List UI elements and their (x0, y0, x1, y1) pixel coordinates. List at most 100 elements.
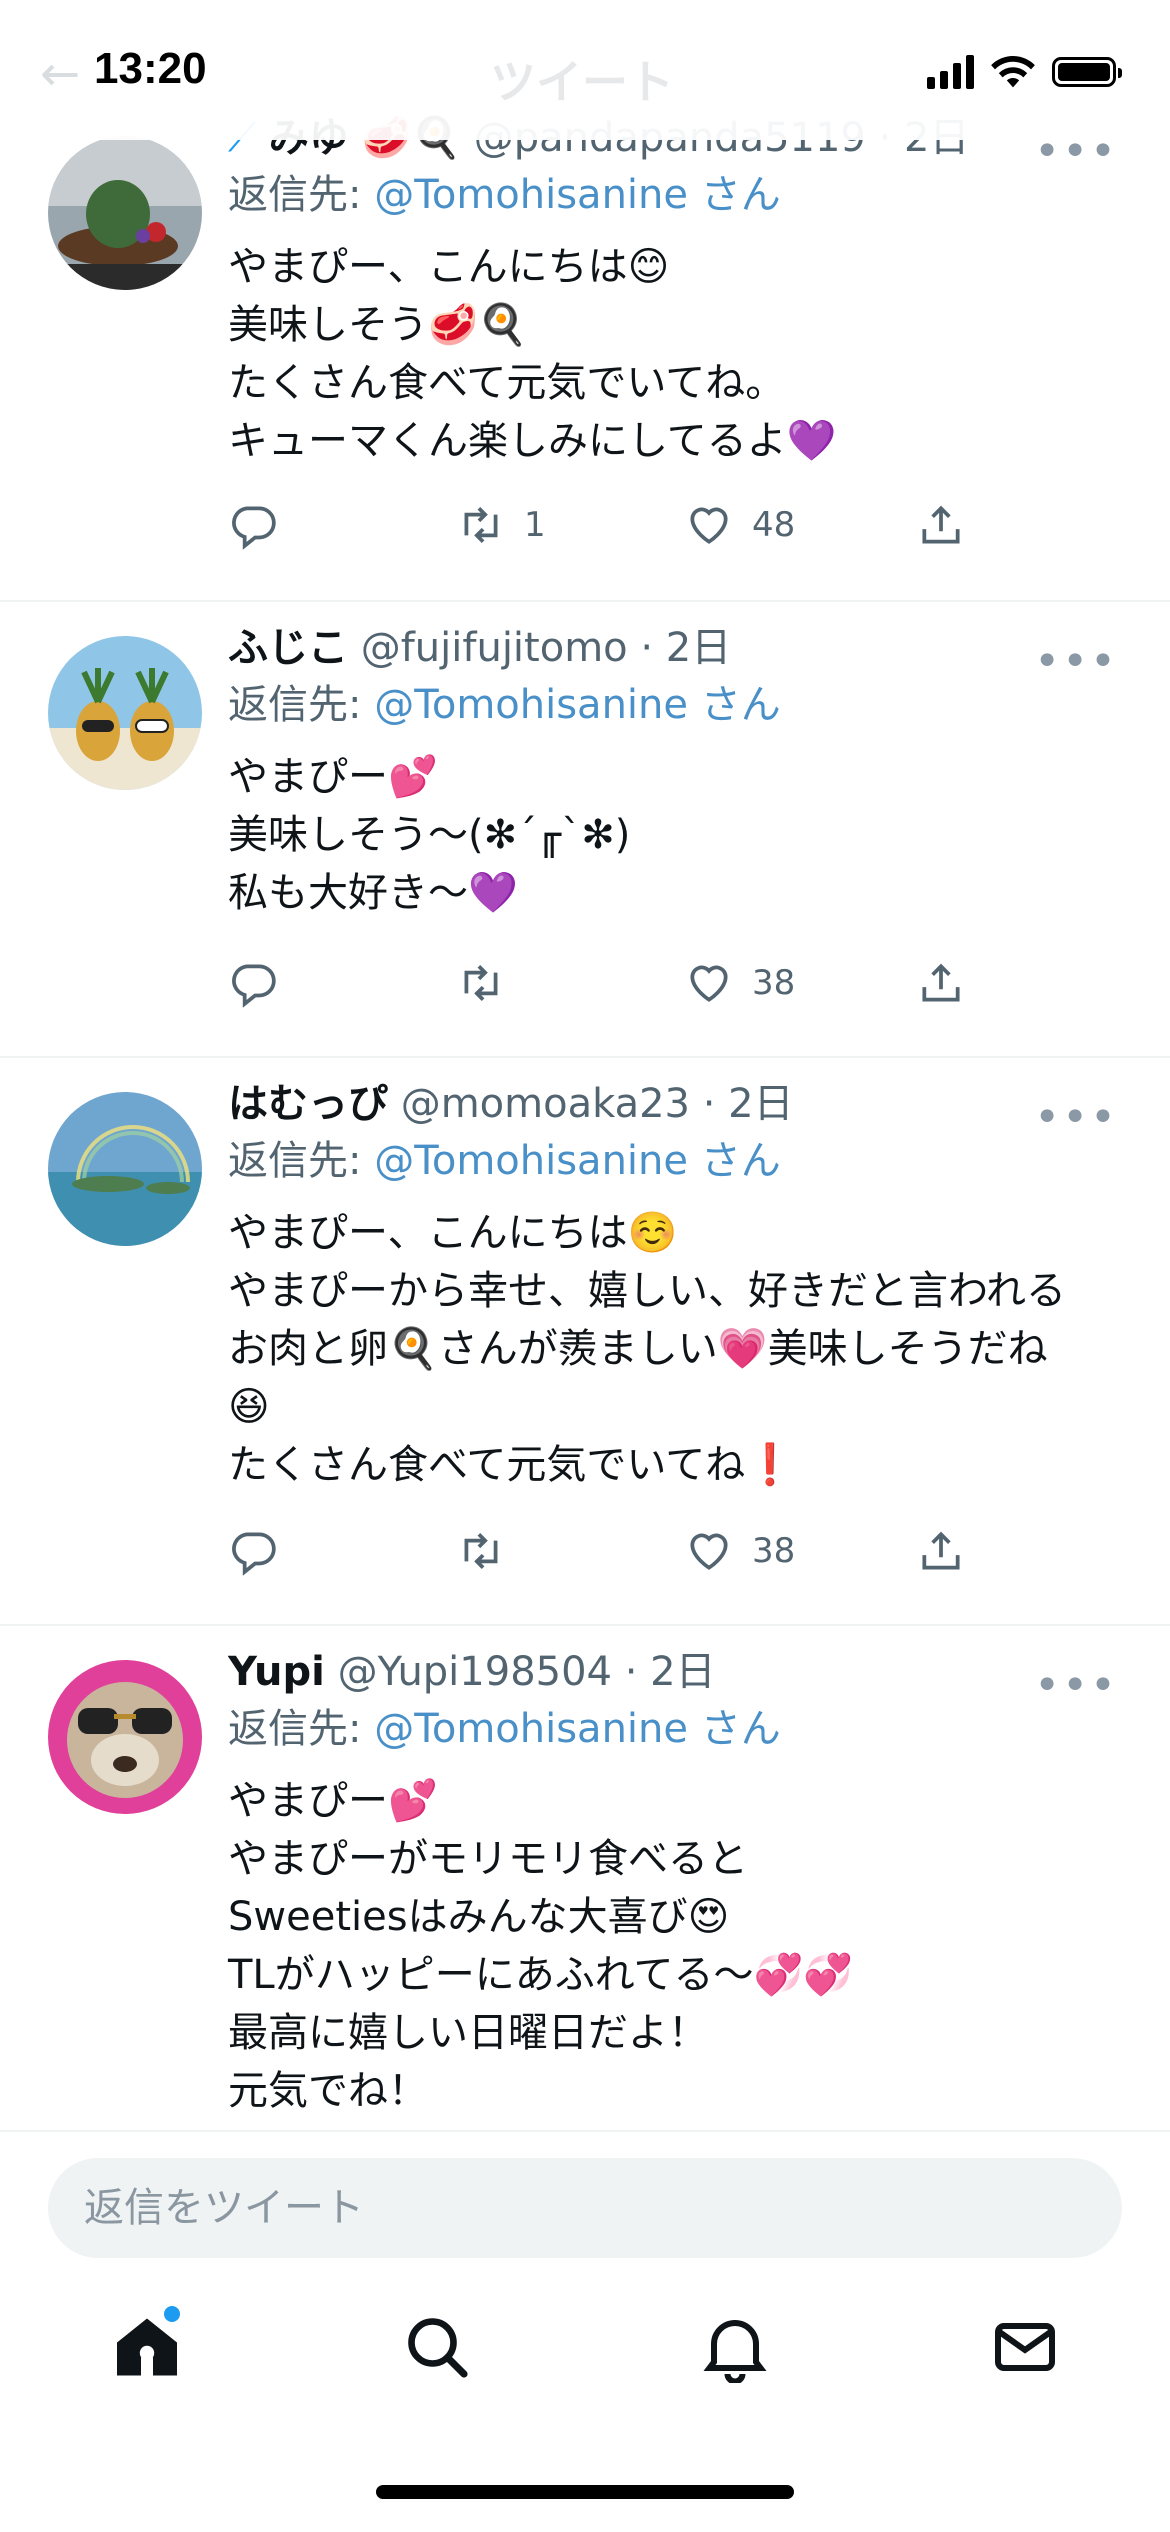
tweet-text-line: やまぴー💕 (228, 754, 438, 800)
reply-to-suffix: さん (700, 1706, 781, 1752)
tweet-text-line: たくさん食べて元気でいてね。 (228, 360, 786, 406)
avatar[interactable] (48, 636, 202, 790)
share-icon (922, 1531, 960, 1570)
like-count: 48 (752, 505, 796, 545)
reply-icon (232, 1532, 276, 1576)
tweet-text-line: 私も大好き〜💜 (228, 870, 518, 916)
tweet-text-line: やまぴー💕 (228, 1778, 438, 1824)
like-button[interactable]: 38 (684, 958, 795, 1008)
tweet-item[interactable]: ふじこ @fujifujitomo · 2日 返信先: @Tomohisanin… (0, 600, 1170, 1058)
reply-to-label: 返信先: (228, 1138, 362, 1184)
tweet-text-line: TLがハッピーにあふれてる〜💞💞 (228, 1952, 854, 1998)
tweet-text-line: やまぴー、こんにちは☺️ (228, 1210, 678, 1256)
tweet-text-line: 元気でね！ (228, 2068, 428, 2114)
tweet-text-line: やまぴーがモリモリ食べると (228, 1836, 748, 1882)
like-count: 38 (752, 1531, 796, 1571)
avatar[interactable] (48, 1660, 202, 1814)
reply-icon (232, 964, 276, 1008)
reply-to-line: 返信先: @Tomohisanine さん (228, 676, 1130, 734)
share-button[interactable] (916, 500, 966, 550)
display-name[interactable]: ふじこ (228, 625, 348, 671)
share-icon (922, 505, 960, 544)
display-name[interactable]: Yupi (228, 1649, 325, 1695)
home-indicator[interactable] (376, 2485, 794, 2499)
reply-button[interactable] (228, 958, 278, 1008)
retweet-button[interactable]: 1 (456, 500, 546, 550)
avatar[interactable] (48, 136, 202, 290)
tweet-actions: 38 (228, 1526, 988, 1586)
reply-to-mention[interactable]: @Tomohisanine (374, 682, 688, 728)
bell-icon (703, 2320, 767, 2383)
status-time: 13:20 (94, 44, 207, 93)
reply-to-mention[interactable]: @Tomohisanine (374, 172, 688, 218)
heart-icon (690, 507, 728, 544)
tweet-text-line: 美味しそう〜(✻´╓`✻) (228, 812, 631, 858)
like-button[interactable]: 48 (684, 500, 795, 550)
share-icon (922, 963, 960, 1002)
user-handle[interactable]: @Yupi198504 (338, 1649, 612, 1695)
mail-icon (995, 2323, 1055, 2371)
tab-messages[interactable] (980, 2302, 1070, 2392)
reply-to-suffix: さん (700, 682, 781, 728)
tweet-item[interactable]: ⟋ みゆ 🥩🍳 @pandapanda5119 · 2日 返信先: @Tomoh… (0, 100, 1170, 602)
heart-icon (690, 1533, 728, 1570)
like-button[interactable]: 38 (684, 1526, 795, 1576)
more-options-icon[interactable]: ••• (1034, 1664, 1118, 1708)
display-name[interactable]: はむっぴ (228, 1081, 388, 1127)
reply-button[interactable] (228, 500, 278, 550)
more-options-icon[interactable]: ••• (1034, 640, 1118, 684)
tweet-time: · 2日 (624, 1649, 716, 1695)
tab-home[interactable] (102, 2302, 192, 2392)
header-title: ツイート (490, 55, 674, 109)
retweet-count: 1 (524, 505, 546, 545)
tweet-author-line: Yupi @Yupi198504 · 2日 (228, 1644, 1130, 1700)
reply-to-label: 返信先: (228, 172, 362, 218)
reply-input[interactable]: 返信をツイート (48, 2158, 1122, 2258)
tweet-time: · 2日 (640, 625, 732, 671)
tweet-actions: 38 (228, 958, 988, 1018)
reply-to-line: 返信先: @Tomohisanine さん (228, 166, 1130, 224)
tab-notifications[interactable] (690, 2302, 780, 2392)
heart-icon (690, 965, 728, 1002)
battery-icon (1052, 57, 1122, 87)
status-bar: ← ツイート 13:20 (0, 0, 1170, 140)
search-icon (408, 2318, 468, 2378)
tweet-text-line: Sweetiesはみんな大喜び😍 (228, 1894, 730, 1940)
tweet-item[interactable]: はむっぴ @momoaka23 · 2日 返信先: @Tomohisanine … (0, 1056, 1170, 1626)
reply-to-line: 返信先: @Tomohisanine さん (228, 1132, 1130, 1190)
bottom-panel: 返信をツイート (0, 2130, 1170, 2532)
tweet-author-line: はむっぴ @momoaka23 · 2日 (228, 1076, 1130, 1132)
more-options-icon[interactable]: ••• (1034, 1096, 1118, 1140)
avatar[interactable] (48, 1092, 202, 1246)
tweet-item[interactable]: Yupi @Yupi198504 · 2日 返信先: @Tomohisanine… (0, 1624, 1170, 2130)
tweet-text: やまぴー💕 やまぴーがモリモリ食べると Sweetiesはみんな大喜び😍 TLが… (228, 1772, 1130, 2120)
reply-to-mention[interactable]: @Tomohisanine (374, 1706, 688, 1752)
reply-to-suffix: さん (700, 172, 781, 218)
retweet-icon (464, 965, 498, 1001)
tweet-author-line: ふじこ @fujifujitomo · 2日 (228, 620, 1130, 676)
tweet-text-line: 美味しそう🥩🍳 (228, 302, 528, 348)
wifi-icon (991, 55, 1035, 88)
back-arrow-icon[interactable]: ← (40, 46, 80, 102)
system-icons (927, 52, 1122, 92)
reply-button[interactable] (228, 1526, 278, 1576)
tweet-text: やまぴー💕 美味しそう〜(✻´╓`✻) 私も大好き〜💜 (228, 748, 1130, 922)
user-handle[interactable]: @fujifujitomo (361, 625, 628, 671)
tweet-text: やまぴー、こんにちは😊 美味しそう🥩🍳 たくさん食べて元気でいてね。 キューマく… (228, 238, 1130, 470)
tweet-text-line: やまぴーから幸せ、嬉しい、好きだと言われる (228, 1268, 1066, 1314)
retweet-button[interactable] (456, 958, 524, 1008)
share-button[interactable] (916, 958, 966, 1008)
tweet-actions: 1 48 (228, 500, 988, 560)
reply-to-label: 返信先: (228, 682, 362, 728)
share-button[interactable] (916, 1526, 966, 1576)
like-count: 38 (752, 963, 796, 1003)
tab-search[interactable] (392, 2302, 482, 2392)
reply-to-label: 返信先: (228, 1706, 362, 1752)
tweet-text-line: キューマくん楽しみにしてるよ💜 (228, 418, 837, 464)
tweet-text-line: お肉と卵🍳さんが羨ましい💗美味しそうだね (228, 1326, 1048, 1372)
retweet-button[interactable] (456, 1526, 524, 1576)
tweet-text-line: やまぴー、こんにちは😊 (228, 244, 670, 290)
reply-to-mention[interactable]: @Tomohisanine (374, 1138, 688, 1184)
more-options-icon[interactable]: ••• (1034, 130, 1118, 174)
user-handle[interactable]: @momoaka23 (401, 1081, 690, 1127)
